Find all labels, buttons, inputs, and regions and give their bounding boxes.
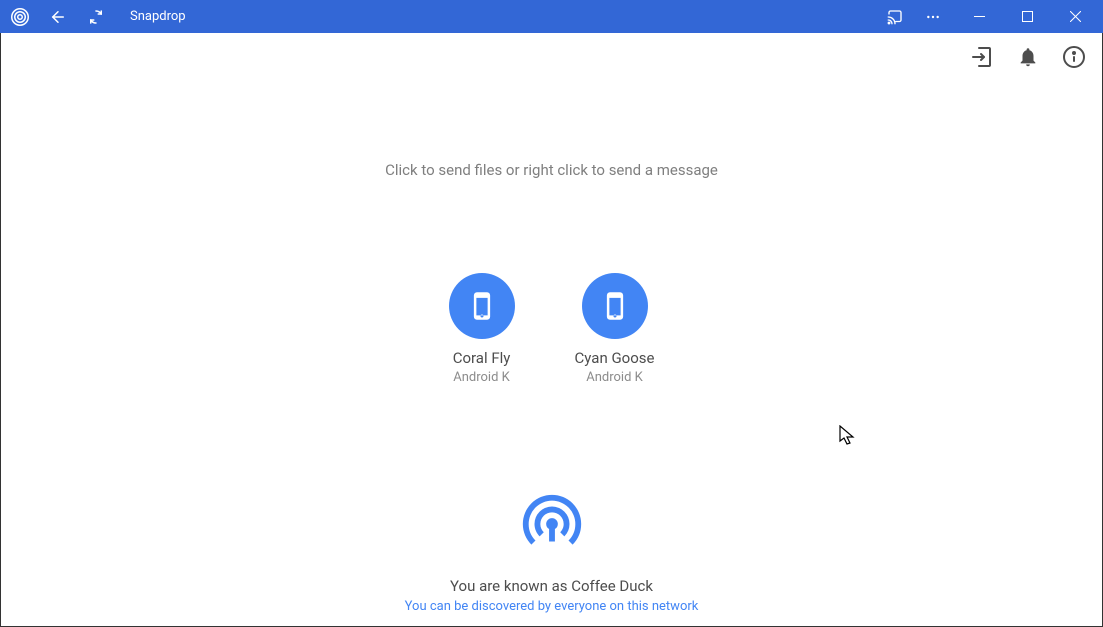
titlebar-left: Snapdrop <box>6 3 186 31</box>
peer-coral-fly[interactable]: Coral Fly Android K <box>449 273 515 385</box>
hint-text: Click to send files or right click to se… <box>1 161 1102 179</box>
app-content: Click to send files or right click to se… <box>1 33 1102 626</box>
titlebar-right <box>881 0 1097 33</box>
peers-list: Coral Fly Android K Cyan Goose Android K <box>1 273 1102 385</box>
back-button[interactable] <box>44 3 72 31</box>
app-logo-icon <box>6 3 34 31</box>
close-button[interactable] <box>1053 0 1097 33</box>
titlebar: Snapdrop <box>0 0 1103 33</box>
maximize-button[interactable] <box>1005 0 1049 33</box>
cursor-icon <box>839 425 859 451</box>
known-as-text: You are known as Coffee Duck <box>450 577 653 595</box>
peer-device: Android K <box>586 370 643 385</box>
more-button[interactable] <box>919 3 947 31</box>
install-icon[interactable] <box>968 43 996 71</box>
footer: You are known as Coffee Duck You can be … <box>1 489 1102 614</box>
minimize-button[interactable] <box>957 0 1001 33</box>
peer-cyan-goose[interactable]: Cyan Goose Android K <box>575 273 655 385</box>
known-prefix: You are known as <box>450 577 571 595</box>
notifications-icon[interactable] <box>1014 43 1042 71</box>
peer-name: Coral Fly <box>453 349 511 367</box>
refresh-button[interactable] <box>82 3 110 31</box>
cast-icon[interactable] <box>881 3 909 31</box>
wifi-tethering-icon <box>517 489 587 563</box>
phone-icon <box>582 273 648 339</box>
titlebar-title: Snapdrop <box>130 9 186 24</box>
top-actions <box>968 43 1088 71</box>
info-icon[interactable] <box>1060 43 1088 71</box>
discover-text: You can be discovered by everyone on thi… <box>405 599 699 614</box>
known-name: Coffee Duck <box>571 577 653 595</box>
peer-name: Cyan Goose <box>575 349 655 367</box>
phone-icon <box>449 273 515 339</box>
peer-device: Android K <box>453 370 510 385</box>
